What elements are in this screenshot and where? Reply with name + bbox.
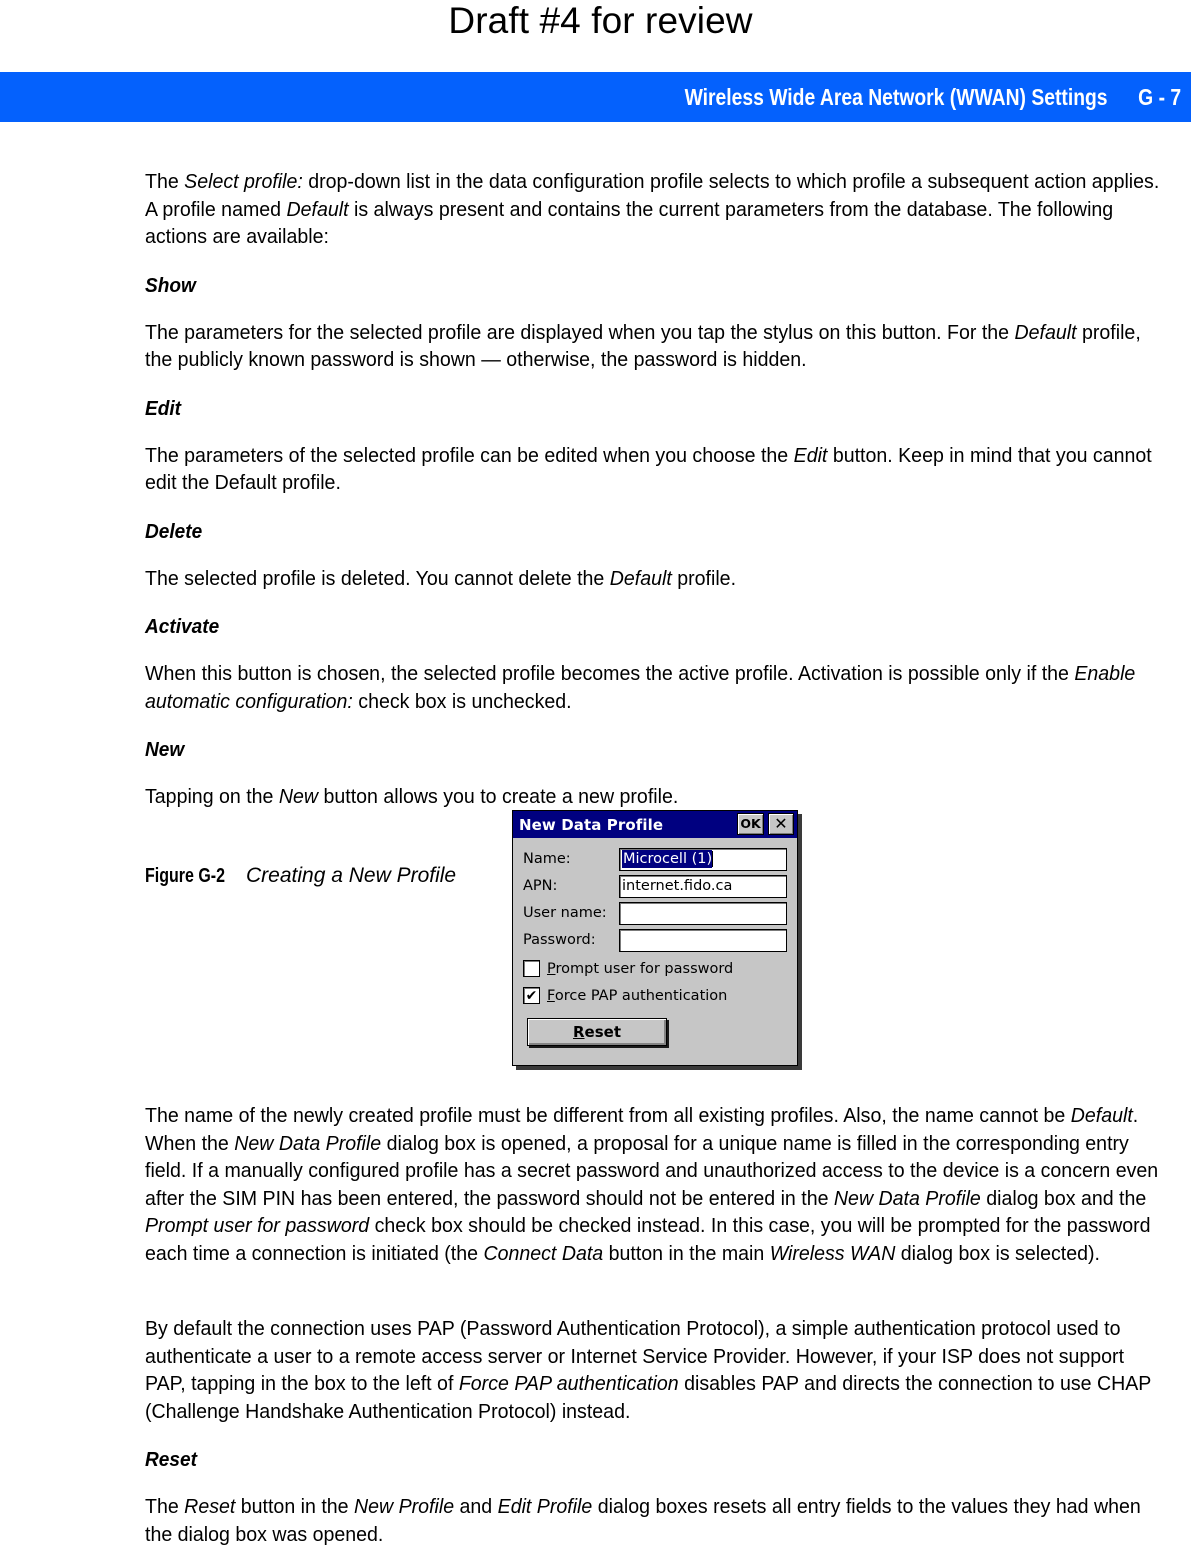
- page-number: G - 7: [1138, 83, 1181, 110]
- text-run: button allows you to create a new profil…: [318, 785, 679, 808]
- paragraph-after-figure: The name of the newly created profile mu…: [145, 1102, 1165, 1267]
- apn-input-value: internet.fido.ca: [622, 878, 733, 894]
- text-run: The selected profile is deleted. You can…: [145, 566, 610, 590]
- running-header-band: Wireless Wide Area Network (WWAN) Settin…: [0, 72, 1191, 122]
- name-input[interactable]: Microcell (1): [619, 847, 787, 871]
- text-run: The: [145, 1495, 185, 1518]
- accel-letter: F: [547, 987, 555, 1004]
- text-run: button in the main: [603, 1241, 770, 1265]
- username-input[interactable]: [619, 901, 787, 925]
- text-run-italic: Force PAP authentication: [458, 1372, 679, 1395]
- text-run-italic: Select profile:: [184, 170, 303, 193]
- paragraph-intro: The Select profile: drop-down list in th…: [145, 168, 1165, 251]
- text-run-italic: New Profile: [353, 1495, 455, 1518]
- text-run: button in the: [235, 1495, 354, 1518]
- heading-edit: Edit: [145, 396, 182, 420]
- text-run: The name of the newly created profile mu…: [145, 1104, 1071, 1127]
- ok-button[interactable]: OK: [737, 813, 764, 835]
- paragraph-new: Tapping on the New button allows you to …: [145, 783, 1165, 811]
- text-run: The parameters for the selected profile …: [145, 320, 1015, 344]
- force-pap-checkbox[interactable]: ✔: [523, 987, 540, 1004]
- text-run-italic: New Data Profile: [234, 1131, 382, 1155]
- paragraph-pap: By default the connection uses PAP (Pass…: [145, 1315, 1165, 1425]
- figure-label: Figure G-2: [145, 864, 226, 887]
- password-label: Password:: [523, 932, 596, 948]
- text-run: dialog box is selected).: [895, 1241, 1100, 1265]
- paragraph-reset: The Reset button in the New Profile and …: [145, 1493, 1165, 1548]
- field-row-name: Name: Microcell (1): [523, 847, 787, 871]
- paragraph-show: The parameters for the selected profile …: [145, 319, 1165, 374]
- text-run: When this button is chosen, the selected…: [145, 662, 1075, 685]
- field-row-username: User name:: [523, 901, 787, 925]
- text-run-italic: Default: [609, 566, 672, 590]
- text-run-italic: Edit Profile: [497, 1495, 593, 1518]
- name-label: Name:: [523, 851, 571, 867]
- password-input[interactable]: [619, 928, 787, 952]
- close-icon[interactable]: ✕: [768, 813, 794, 835]
- page-content-lower: The name of the newly created profile mu…: [145, 1102, 1165, 1548]
- text-run-italic: Prompt user for password: [145, 1214, 370, 1237]
- heading-activate: Activate: [145, 615, 220, 638]
- text-run-italic: New Data Profile: [833, 1186, 981, 1210]
- label-rest: eset: [584, 1023, 621, 1041]
- apn-label: APN:: [523, 878, 558, 894]
- figure-image-new-data-profile: New Data Profile OK ✕ Name: Microcell (1…: [512, 810, 804, 1072]
- dialog-titlebar: New Data Profile OK ✕: [513, 811, 797, 838]
- text-run: The parameters of the selected profile c…: [145, 443, 794, 467]
- apn-input[interactable]: internet.fido.ca: [619, 874, 787, 898]
- label-rest: orce PAP authentication: [554, 987, 728, 1004]
- text-caret: [712, 851, 714, 867]
- name-input-value: Microcell (1): [622, 850, 713, 868]
- dialog-title: New Data Profile: [519, 815, 664, 834]
- heading-delete: Delete: [145, 519, 203, 543]
- titlebar-buttons: OK ✕: [737, 813, 794, 835]
- field-row-password: Password:: [523, 928, 787, 952]
- new-data-profile-dialog: New Data Profile OK ✕ Name: Microcell (1…: [512, 810, 798, 1066]
- accel-letter: R: [572, 1023, 585, 1041]
- paragraph-delete: The selected profile is deleted. You can…: [145, 565, 1165, 593]
- paragraph-edit: The parameters of the selected profile c…: [145, 442, 1165, 497]
- label-rest: rompt user for password: [555, 960, 734, 977]
- page-content: The Select profile: drop-down list in th…: [145, 168, 1165, 889]
- text-run: profile.: [671, 566, 737, 590]
- text-run-italic: Connect Data: [483, 1241, 604, 1265]
- reset-button[interactable]: Reset: [527, 1018, 667, 1046]
- text-run-italic: New: [278, 785, 319, 808]
- heading-show: Show: [145, 273, 196, 297]
- text-run: dialog box and the: [980, 1186, 1147, 1210]
- username-label: User name:: [523, 905, 607, 921]
- prompt-user-label: Prompt user for password: [547, 961, 733, 977]
- draft-note: Draft #4 for review: [448, 0, 753, 41]
- checkbox-row-prompt-user[interactable]: Prompt user for password: [523, 958, 787, 979]
- text-run-italic: Default: [286, 197, 349, 221]
- text-run: Tapping on the: [145, 785, 279, 808]
- dialog-body: Name: Microcell (1) APN: internet.fido.c…: [513, 838, 797, 1046]
- text-run: check box is unchecked.: [352, 689, 572, 713]
- text-run-italic: Edit: [793, 443, 828, 467]
- text-run-italic: Reset: [184, 1495, 236, 1518]
- text-run-italic: Default: [1070, 1104, 1133, 1127]
- text-run: and: [454, 1495, 498, 1518]
- figure-title: Creating a New Profile: [246, 863, 457, 887]
- checkbox-row-force-pap[interactable]: ✔ Force PAP authentication: [523, 985, 787, 1006]
- text-run-italic: Default: [1014, 320, 1077, 344]
- text-run: The: [145, 170, 185, 193]
- field-row-apn: APN: internet.fido.ca: [523, 874, 787, 898]
- prompt-user-checkbox[interactable]: [523, 960, 540, 977]
- heading-new: New: [145, 738, 185, 761]
- running-header-title: Wireless Wide Area Network (WWAN) Settin…: [684, 83, 1108, 110]
- heading-reset: Reset: [145, 1448, 197, 1471]
- text-run-italic: Wireless WAN: [769, 1241, 896, 1265]
- force-pap-label: Force PAP authentication: [547, 988, 727, 1004]
- paragraph-activate: When this button is chosen, the selected…: [145, 660, 1165, 715]
- accel-letter: P: [547, 960, 556, 977]
